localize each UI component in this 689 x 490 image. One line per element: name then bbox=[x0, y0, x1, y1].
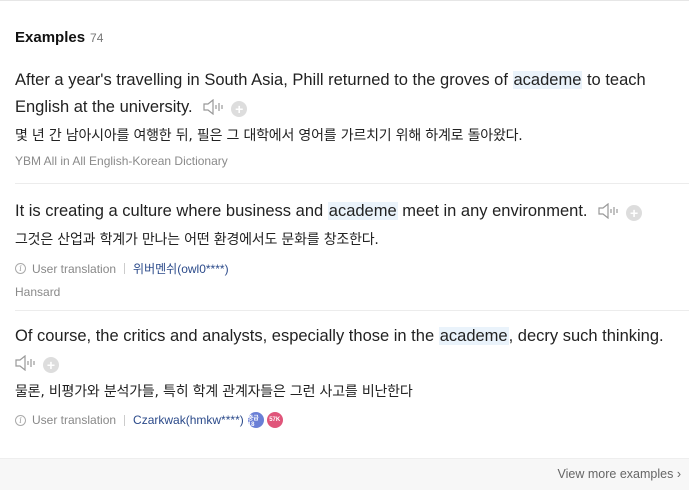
sentence-text: After a year's travelling in South Asia,… bbox=[15, 71, 513, 89]
example-item: It is creating a culture where business … bbox=[15, 198, 685, 299]
keyword-highlight: academe bbox=[512, 71, 583, 89]
example-sentence: It is creating a culture where business … bbox=[15, 198, 685, 228]
keyword-highlight: academe bbox=[327, 202, 398, 220]
example-source: YBM All in All English-Korean Dictionary bbox=[15, 154, 228, 168]
example-sentence: Of course, the critics and analysts, esp… bbox=[15, 323, 685, 380]
example-sentence: After a year's travelling in South Asia,… bbox=[15, 67, 685, 124]
translation-meta: i User translation 위버멘쉬(owl0****) bbox=[15, 260, 685, 277]
examples-footer: View more examples › bbox=[0, 458, 689, 490]
view-more-examples-link[interactable]: View more examples › bbox=[558, 467, 681, 481]
sentence-text: Of course, the critics and analysts, esp… bbox=[15, 327, 439, 345]
examples-count: 74 bbox=[90, 31, 104, 45]
examples-header: Examples 74 bbox=[15, 29, 103, 47]
translator-link[interactable]: 위버멘쉬(owl0****) bbox=[133, 260, 229, 277]
user-translation-label: User translation bbox=[32, 413, 117, 427]
speaker-icon[interactable] bbox=[598, 201, 620, 228]
add-to-wordbook-button[interactable]: + bbox=[231, 101, 248, 117]
top-divider bbox=[0, 0, 689, 1]
add-to-wordbook-button[interactable]: + bbox=[43, 357, 59, 373]
speaker-icon[interactable] bbox=[15, 353, 37, 380]
separator bbox=[124, 263, 126, 274]
sentence-text: , decry such thinking. bbox=[508, 327, 664, 345]
section-title: Examples bbox=[15, 29, 86, 46]
chevron-right-icon: › bbox=[676, 467, 681, 481]
divider bbox=[15, 183, 689, 184]
keyword-highlight: academe bbox=[438, 327, 509, 345]
add-to-wordbook-button[interactable]: + bbox=[626, 205, 643, 221]
view-more-label: View more examples bbox=[557, 467, 674, 481]
example-source: Hansard bbox=[15, 285, 61, 299]
info-icon[interactable]: i bbox=[15, 263, 26, 274]
points-badge: 57K bbox=[266, 412, 283, 428]
info-icon[interactable]: i bbox=[15, 414, 26, 426]
user-translation-label: User translation bbox=[32, 261, 117, 276]
translation-meta: i User translation Czarkwak(hmkw****) 중급… bbox=[15, 412, 685, 428]
korean-translation: 물론, 비평가와 분석가들, 특히 학계 관계자들은 그런 사고를 비난한다 bbox=[15, 384, 413, 400]
sentence-text: meet in any environment. bbox=[397, 202, 588, 220]
korean-translation: 몇 년 간 남아시아를 여행한 뒤, 필은 그 대학에서 영어를 가르치기 위해… bbox=[15, 128, 523, 144]
example-item: After a year's travelling in South Asia,… bbox=[15, 67, 685, 168]
korean-translation: 그것은 산업과 학계가 만나는 어떤 환경에서도 문화를 창조한다. bbox=[15, 232, 379, 248]
level-badge: 중급 18 bbox=[247, 412, 264, 428]
sentence-text: It is creating a culture where business … bbox=[15, 202, 328, 220]
example-item: Of course, the critics and analysts, esp… bbox=[15, 323, 685, 428]
separator bbox=[124, 414, 126, 426]
translator-link[interactable]: Czarkwak(hmkw****) bbox=[133, 413, 244, 427]
speaker-icon[interactable] bbox=[203, 97, 225, 124]
divider bbox=[15, 310, 689, 311]
